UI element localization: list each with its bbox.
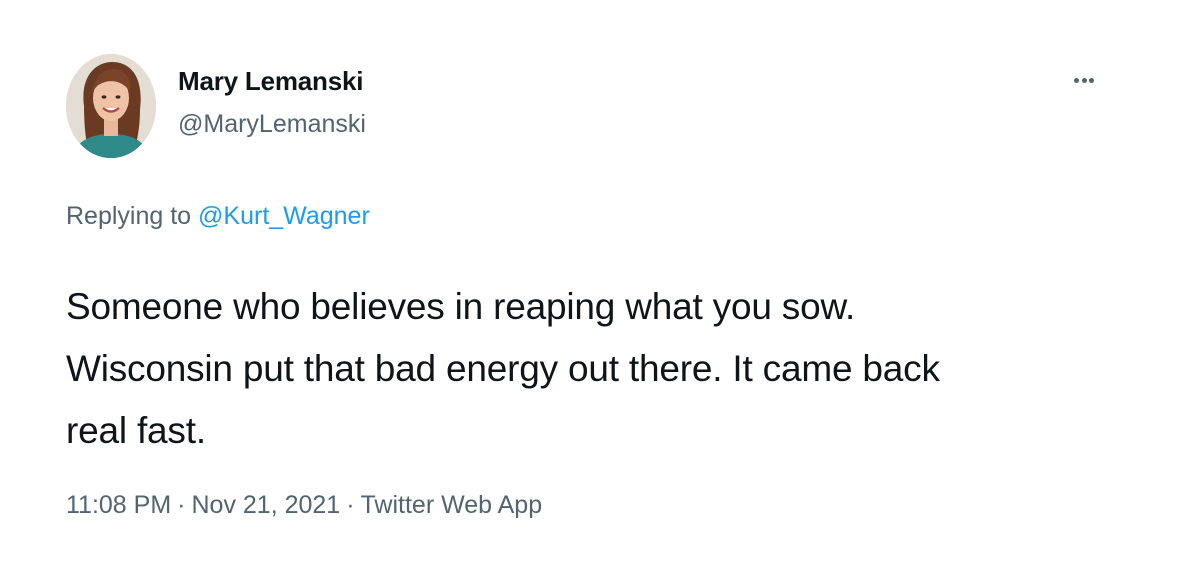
meta-separator: ·	[346, 491, 355, 519]
tweet-meta: 11:08 PM · Nov 21, 2021 · Twitter Web App	[66, 491, 542, 520]
more-dot	[1081, 77, 1087, 83]
author-handle[interactable]: @MaryLemanski	[178, 110, 366, 139]
avatar-image	[66, 54, 156, 158]
reply-target-link[interactable]: @Kurt_Wagner	[198, 202, 370, 230]
replying-to-line: Replying to @Kurt_Wagner	[66, 202, 370, 231]
tweet-text: Someone who believes in reaping what you…	[66, 276, 1126, 462]
tweet-card: Mary Lemanski @MaryLemanski Replying to …	[0, 0, 1200, 561]
tweet-timestamp-date[interactable]: Nov 21, 2021	[191, 491, 340, 519]
replying-to-label: Replying to	[66, 202, 199, 230]
author-display-name[interactable]: Mary Lemanski	[178, 66, 363, 97]
tweet-text-line: real fast.	[66, 410, 206, 451]
tweet-source: Twitter Web App	[360, 491, 543, 519]
meta-separator: ·	[177, 491, 186, 519]
more-options-icon[interactable]	[1065, 70, 1103, 90]
more-dot	[1074, 77, 1079, 83]
more-dot	[1089, 77, 1094, 83]
tweet-text-line: Someone who believes in reaping what you…	[66, 286, 856, 327]
tweet-timestamp-time[interactable]: 11:08 PM	[66, 491, 171, 519]
tweet-text-line: Wisconsin put that bad energy out there.…	[66, 348, 940, 389]
avatar[interactable]	[66, 54, 156, 158]
